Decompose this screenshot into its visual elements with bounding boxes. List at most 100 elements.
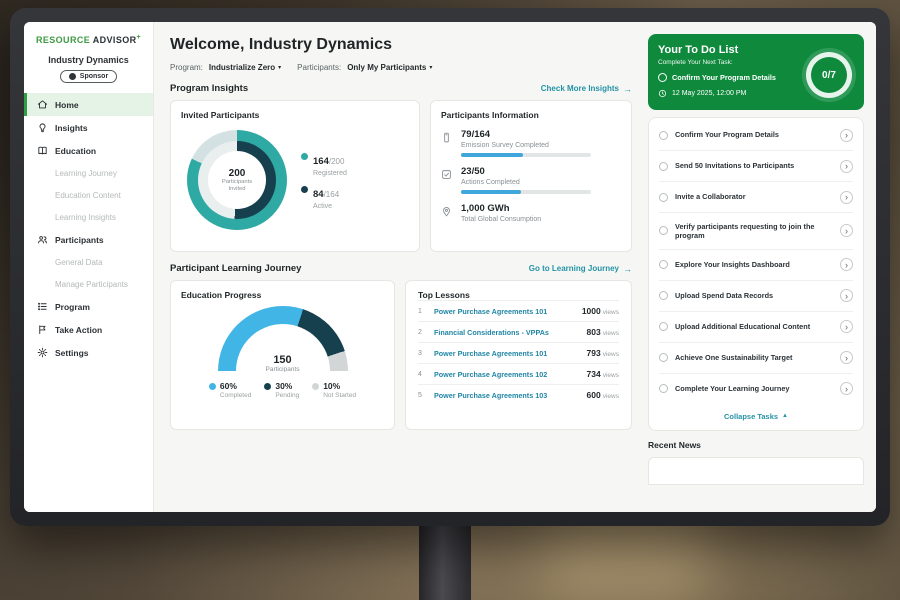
- stat-emission-survey: 79/164 Emission Survey Completed: [441, 129, 621, 157]
- sidebar-item-education-content[interactable]: Education Content: [24, 184, 153, 206]
- legend-item-not-started: 10% Not Started: [312, 381, 356, 399]
- chevron-right-icon[interactable]: ›: [840, 382, 853, 395]
- legend-dot: [301, 186, 308, 193]
- legend-dot: [209, 383, 216, 390]
- task-row[interactable]: Achieve One Sustainability Target ›: [659, 343, 853, 374]
- program-insights-header: Program Insights Check More Insights →: [170, 83, 632, 94]
- sidebar-item-label: Settings: [55, 348, 89, 358]
- sidebar-item-learning-journey[interactable]: Learning Journey: [24, 162, 153, 184]
- chevron-down-icon: ▾: [429, 64, 432, 71]
- checkbox-icon[interactable]: [659, 291, 668, 300]
- sponsor-badge-label: Sponsor: [80, 73, 108, 80]
- program-insights-row: Invited Participants 200 Participants In…: [170, 100, 632, 252]
- card-title: Top Lessons: [418, 290, 619, 300]
- chevron-right-icon[interactable]: ›: [840, 160, 853, 173]
- todo-progress-ring: 0/7: [806, 52, 852, 98]
- lesson-row: 3 Power Purchase Agreements 101 793views: [418, 342, 619, 363]
- task-row[interactable]: Send 50 Invitations to Participants ›: [659, 151, 853, 182]
- top-lessons-card: Top Lessons 1 Power Purchase Agreements …: [405, 280, 632, 430]
- lesson-link[interactable]: Financial Considerations - VPPAs: [434, 328, 579, 337]
- sidebar-item-manage-participants[interactable]: Manage Participants: [24, 273, 153, 295]
- gauge-legend: 60% Completed 30% Pending: [209, 381, 356, 399]
- checkbox-icon[interactable]: [659, 322, 668, 331]
- sidebar-item-label: Manage Participants: [55, 280, 128, 289]
- task-row[interactable]: Verify participants requesting to join t…: [659, 213, 853, 250]
- brand-logo-plus: +: [137, 34, 142, 41]
- checkbox-icon[interactable]: [659, 260, 668, 269]
- program-select[interactable]: Industrialize Zero ▾: [209, 63, 281, 72]
- collapse-tasks-link[interactable]: Collapse Tasks ▲: [659, 404, 853, 428]
- lesson-row: 2 Financial Considerations - VPPAs 803vi…: [418, 321, 619, 342]
- donut-center: 200 Participants Invited: [208, 151, 266, 209]
- checkbox-icon[interactable]: [659, 162, 668, 171]
- sidebar-nav: Home Insights Education: [24, 93, 153, 364]
- gear-icon: [37, 347, 48, 358]
- flag-icon: [37, 324, 48, 335]
- legend-dot: [264, 383, 271, 390]
- sidebar: RESOURCE ADVISOR+ Industry Dynamics Spon…: [24, 22, 154, 512]
- sidebar-item-label: Home: [55, 100, 79, 110]
- sidebar-item-education[interactable]: Education: [24, 139, 153, 162]
- card-title: Invited Participants: [181, 110, 409, 120]
- task-list-card: Confirm Your Program Details › Send 50 I…: [648, 117, 864, 431]
- education-gauge-chart: 150 Participants 60% Completed: [181, 300, 384, 399]
- chevron-right-icon[interactable]: ›: [840, 289, 853, 302]
- task-row[interactable]: Upload Spend Data Records ›: [659, 281, 853, 312]
- chevron-right-icon[interactable]: ›: [840, 320, 853, 333]
- sidebar-item-label: Program: [55, 302, 90, 312]
- sidebar-item-take-action[interactable]: Take Action: [24, 318, 153, 341]
- brand-logo-secondary: ADVISOR: [93, 35, 137, 45]
- program-filter-label: Program:: [170, 63, 203, 72]
- task-row[interactable]: Explore Your Insights Dashboard ›: [659, 250, 853, 281]
- donut-legend: 164/200 Registered 84/164 Active: [301, 144, 347, 217]
- legend-item-completed: 60% Completed: [209, 381, 251, 399]
- todo-next-task[interactable]: Confirm Your Program Details: [658, 73, 798, 82]
- go-to-learning-journey-link[interactable]: Go to Learning Journey →: [529, 264, 632, 274]
- chevron-right-icon[interactable]: ›: [840, 191, 853, 204]
- checkbox-icon[interactable]: [659, 353, 668, 362]
- home-icon: [37, 99, 48, 110]
- checkbox-icon[interactable]: [659, 131, 668, 140]
- recent-news-title: Recent News: [648, 440, 864, 450]
- filter-bar: Program: Industrialize Zero ▾ Participan…: [170, 63, 632, 72]
- chevron-right-icon[interactable]: ›: [840, 129, 853, 142]
- section-title: Participant Learning Journey: [170, 263, 301, 274]
- lesson-link[interactable]: Power Purchase Agreements 101: [434, 349, 579, 358]
- chevron-right-icon[interactable]: ›: [840, 224, 853, 237]
- recent-news-item[interactable]: [648, 457, 864, 485]
- sidebar-item-settings[interactable]: Settings: [24, 341, 153, 364]
- checkbox-icon[interactable]: [659, 226, 668, 235]
- participants-select[interactable]: Only My Participants ▾: [347, 63, 432, 72]
- sidebar-item-general-data[interactable]: General Data: [24, 251, 153, 273]
- learning-journey-row: Education Progress 150 Participants: [170, 280, 632, 430]
- task-row[interactable]: Invite a Collaborator ›: [659, 182, 853, 213]
- brand-logo: RESOURCE ADVISOR+: [24, 34, 153, 45]
- check-more-insights-link[interactable]: Check More Insights →: [541, 84, 632, 94]
- sidebar-item-learning-insights[interactable]: Learning Insights: [24, 206, 153, 228]
- checkbox-icon[interactable]: [659, 193, 668, 202]
- checkbox-icon[interactable]: [659, 384, 668, 393]
- sidebar-item-participants[interactable]: Participants: [24, 228, 153, 251]
- legend-item-pending: 30% Pending: [264, 381, 299, 399]
- sponsor-badge[interactable]: Sponsor: [60, 70, 117, 83]
- arrow-right-icon: →: [623, 84, 632, 94]
- task-row[interactable]: Upload Additional Educational Content ›: [659, 312, 853, 343]
- sidebar-item-home[interactable]: Home: [24, 93, 153, 116]
- task-row[interactable]: Confirm Your Program Details ›: [659, 120, 853, 151]
- legend-item-registered: 164/200 Registered: [301, 151, 347, 177]
- lesson-link[interactable]: Power Purchase Agreements 101: [434, 307, 574, 316]
- legend-item-active: 84/164 Active: [301, 184, 347, 210]
- lesson-link[interactable]: Power Purchase Agreements 102: [434, 370, 579, 379]
- invited-donut-chart: 200 Participants Invited 164/200 Registe: [181, 120, 409, 230]
- chevron-down-icon: ▾: [278, 64, 281, 71]
- sidebar-item-insights[interactable]: Insights: [24, 116, 153, 139]
- sidebar-item-label: Education Content: [55, 191, 121, 200]
- sidebar-item-program[interactable]: Program: [24, 295, 153, 318]
- sidebar-item-label: Education: [55, 146, 96, 156]
- chevron-right-icon[interactable]: ›: [840, 351, 853, 364]
- lesson-link[interactable]: Power Purchase Agreements 103: [434, 391, 579, 400]
- task-row[interactable]: Complete Your Learning Journey ›: [659, 374, 853, 404]
- checkbox-icon[interactable]: [658, 73, 667, 82]
- bulb-icon: [37, 122, 48, 133]
- chevron-right-icon[interactable]: ›: [840, 258, 853, 271]
